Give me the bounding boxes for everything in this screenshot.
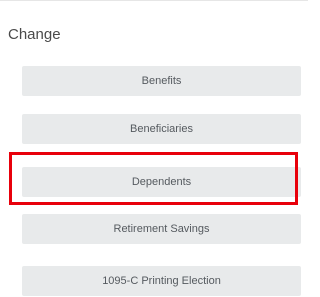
section-heading: Change [8,26,61,43]
top-divider [0,0,308,1]
benefits-button[interactable]: Benefits [22,66,301,96]
retirement-savings-button[interactable]: Retirement Savings [22,214,301,244]
1095c-printing-election-button[interactable]: 1095-C Printing Election [22,266,301,296]
dependents-button[interactable]: Dependents [22,167,301,197]
beneficiaries-button[interactable]: Beneficiaries [22,114,301,144]
